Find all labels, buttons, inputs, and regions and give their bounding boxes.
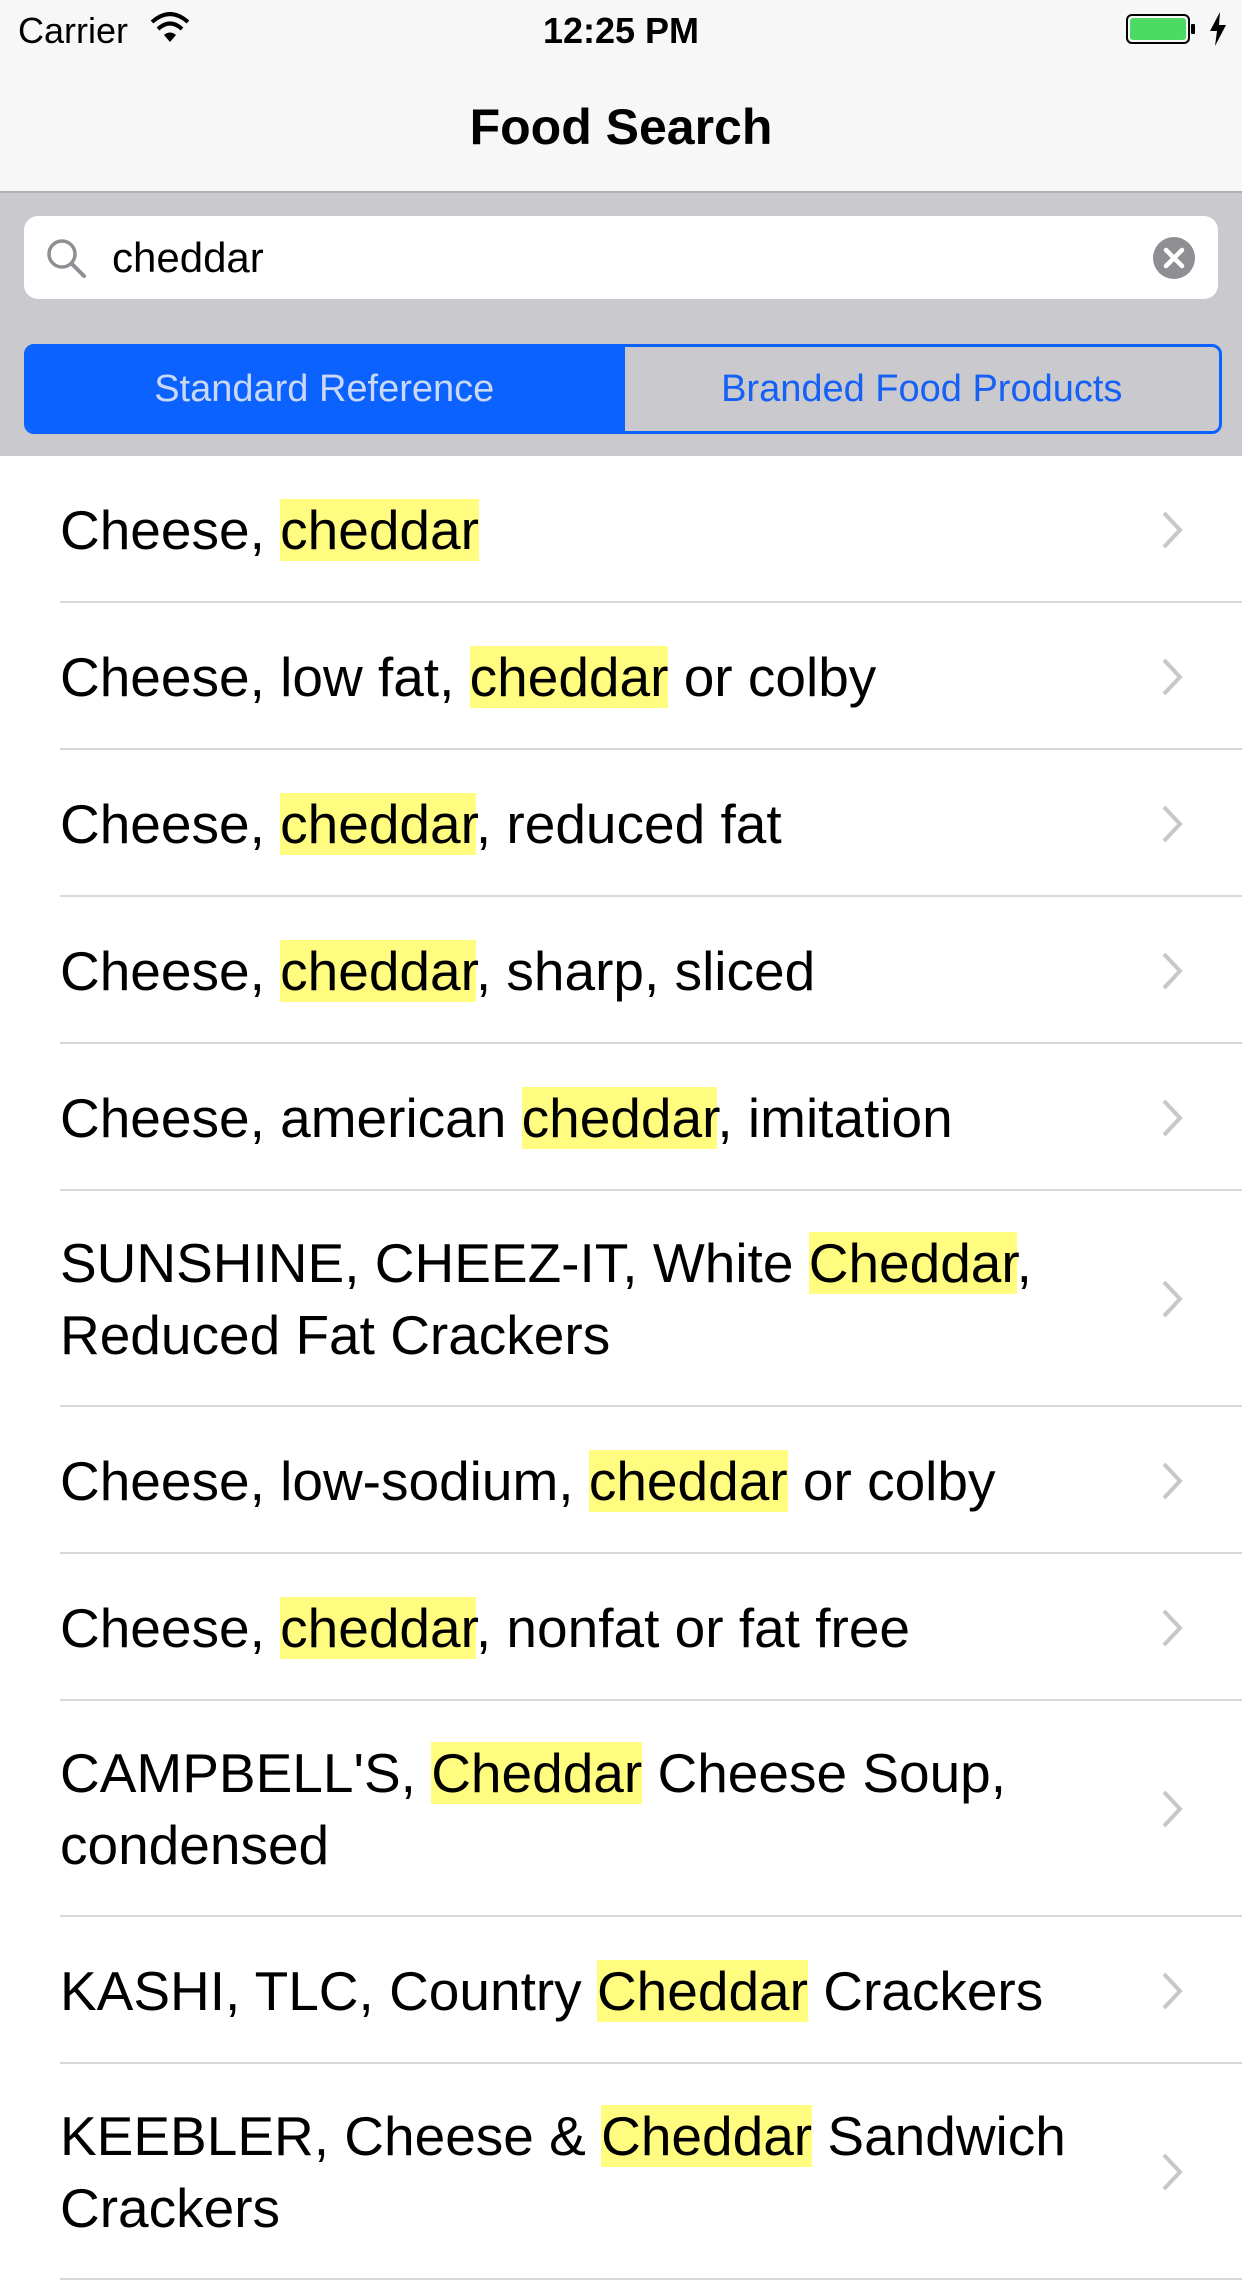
list-item[interactable]: Cheese, cheddar <box>0 456 1242 603</box>
result-label: Cheese, low-sodium, cheddar or colby <box>60 1449 996 1512</box>
list-item[interactable]: Cheese, cheddar, sharp, sliced <box>0 897 1242 1044</box>
search-input[interactable] <box>112 232 1112 284</box>
list-item[interactable]: Cheese, cheddar, nonfat or fat free <box>0 1554 1242 1701</box>
search-icon <box>47 239 86 278</box>
clear-search-icon[interactable] <box>1152 236 1196 280</box>
results-list: Cheese, cheddar Cheese, low fat, cheddar… <box>0 456 1242 2280</box>
match-highlight: Cheddar <box>601 2105 813 2167</box>
chevron-right-icon <box>1162 1280 1183 1318</box>
list-item[interactable]: Cheese, american cheddar, imitation <box>0 1044 1242 1191</box>
result-label: Cheese, american cheddar, imitation <box>60 1086 953 1149</box>
result-label: Cheese, cheddar, sharp, sliced <box>60 939 816 1002</box>
list-item[interactable]: Cheese, cheddar, reduced fat <box>0 750 1242 897</box>
match-highlight: cheddar <box>280 792 476 855</box>
chevron-right-icon <box>1162 511 1183 548</box>
chevron-right-icon <box>1162 1790 1183 1828</box>
match-highlight: cheddar <box>280 939 476 1002</box>
match-highlight: cheddar <box>280 498 479 561</box>
list-item[interactable]: CAMPBELL'S, Cheddar Cheese Soup, condens… <box>0 1701 1242 1917</box>
battery-icon <box>1126 14 1195 44</box>
search-bar: Standard Reference Branded Food Products <box>0 193 1242 456</box>
result-label: Cheese, cheddar, nonfat or fat free <box>60 1596 911 1659</box>
result-label: KASHI, TLC, Country Cheddar Crackers <box>60 1959 1044 2022</box>
result-label: CAMPBELL'S, Cheddar Cheese Soup, condens… <box>60 1742 1007 1876</box>
result-label: Cheese, cheddar, reduced fat <box>60 792 782 855</box>
list-item[interactable]: Cheese, low-sodium, cheddar or colby <box>0 1407 1242 1554</box>
match-highlight: cheddar <box>469 645 669 708</box>
match-highlight: cheddar <box>588 1449 788 1512</box>
chevron-right-icon <box>1162 1099 1183 1136</box>
result-label: Cheese, low fat, cheddar or colby <box>60 645 877 708</box>
result-label: SUNSHINE, CHEEZ-IT, White Cheddar, Reduc… <box>60 1232 1032 1366</box>
chevron-right-icon <box>1162 2153 1183 2191</box>
result-label: KEEBLER, Cheese & Cheddar Sandwich Crack… <box>60 2105 1066 2239</box>
list-item[interactable]: SUNSHINE, CHEEZ-IT, White Cheddar, Reduc… <box>0 1191 1242 1407</box>
match-highlight: cheddar <box>280 1596 476 1659</box>
clock: 12:25 PM <box>542 10 700 51</box>
match-highlight: cheddar <box>521 1086 718 1149</box>
segment-branded-food-products[interactable]: Branded Food Products <box>621 347 1220 431</box>
chevron-right-icon <box>1162 658 1183 695</box>
match-highlight: Cheddar <box>431 1742 643 1804</box>
chevron-right-icon <box>1162 952 1183 989</box>
list-item[interactable]: Cheese, low fat, cheddar or colby <box>0 603 1242 750</box>
chevron-right-icon <box>1162 1972 1183 2009</box>
charging-bolt-icon <box>1210 12 1226 46</box>
match-highlight: Cheddar <box>808 1232 1017 1294</box>
chevron-right-icon <box>1162 1462 1183 1499</box>
status-bar: Carrier 12:25 PM <box>0 0 1242 60</box>
list-item[interactable]: KASHI, TLC, Country Cheddar Crackers <box>0 1917 1242 2064</box>
database-segmented-control: Standard Reference Branded Food Products <box>24 344 1222 434</box>
list-item[interactable]: KEEBLER, Cheese & Cheddar Sandwich Crack… <box>0 2064 1242 2280</box>
chevron-right-icon <box>1162 805 1183 842</box>
page-title: Food Search <box>469 99 773 155</box>
search-field[interactable] <box>24 216 1218 299</box>
result-label: Cheese, cheddar <box>60 498 479 561</box>
navigation-bar: Food Search <box>0 60 1242 193</box>
chevron-right-icon <box>1162 1609 1183 1646</box>
match-highlight: Cheddar <box>596 1959 808 2022</box>
segment-standard-reference[interactable]: Standard Reference <box>27 347 622 431</box>
